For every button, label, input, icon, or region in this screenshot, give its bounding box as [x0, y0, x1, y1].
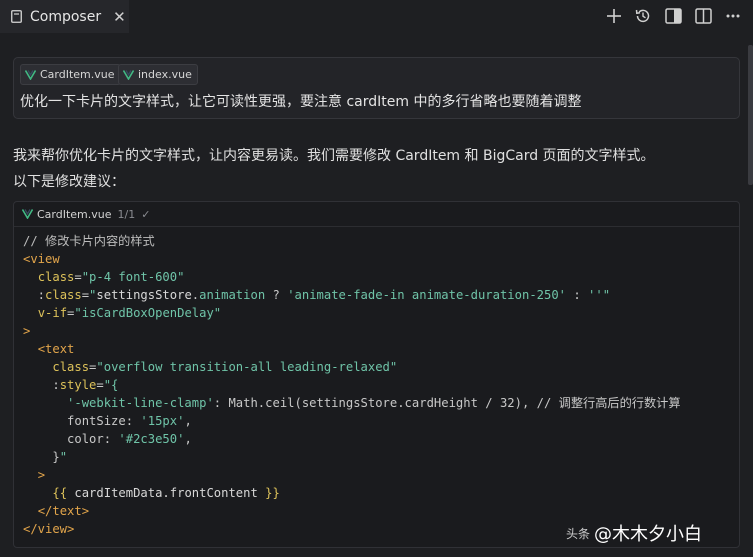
code-token: '-webkit-line-clamp': [67, 396, 214, 410]
change-count: 1/1: [117, 207, 136, 221]
code-token: ": [602, 288, 611, 302]
title-bar: Composer ✕: [0, 0, 753, 33]
code-token: '': [588, 288, 603, 302]
tab-label: Composer: [30, 8, 102, 25]
code-token: :: [23, 288, 46, 302]
composer-tab[interactable]: Composer ✕: [0, 0, 129, 33]
watermark-name: @木木夕小白: [594, 524, 703, 545]
code-line: '-webkit-line-clamp': Math.ceil(settings…: [23, 394, 681, 412]
code-block-header[interactable]: CardItem.vue 1/1 ✓: [14, 202, 739, 227]
code-line: // 修改卡片内容的样式: [23, 232, 681, 250]
code-token: class: [45, 288, 82, 302]
vue-file-icon: [22, 209, 33, 219]
history-icon[interactable]: [632, 5, 654, 27]
code-token: '#2c3e50': [118, 432, 185, 446]
code-token: >: [23, 324, 31, 338]
code-line: }": [23, 448, 681, 466]
code-token: <text: [37, 342, 75, 356]
code-token: fontSize:: [23, 414, 141, 428]
chip-label: index.vue: [138, 68, 192, 81]
vue-file-icon: [123, 69, 134, 80]
context-chip-index[interactable]: index.vue: [118, 64, 198, 85]
code-line: </text>: [23, 502, 681, 520]
watermark: 头条 @木木夕小白: [566, 519, 702, 547]
code-token: =: [96, 378, 104, 392]
code-token: ": [59, 450, 68, 464]
code-token: </view>: [23, 522, 75, 536]
assistant-reply-line: 以下是修改建议：: [13, 174, 125, 190]
code-token: v-if: [37, 306, 68, 320]
code-token: >: [37, 468, 46, 482]
code-token: color:: [23, 432, 119, 446]
code-token: style: [59, 378, 97, 392]
code-token: class: [52, 360, 90, 374]
watermark-prefix: 头条: [566, 526, 591, 541]
code-line: :style="{: [23, 376, 681, 394]
code-token: '15px': [140, 414, 185, 428]
split-view-icon[interactable]: [692, 5, 714, 27]
code-token: }: [23, 450, 60, 464]
code-line: fontSize: '15px',: [23, 412, 681, 430]
code-token: }}: [265, 486, 280, 500]
plus-icon[interactable]: [603, 5, 625, 27]
code-token: "isCardBoxOpenDelay": [74, 306, 222, 320]
code-token: // 修改卡片内容的样式: [23, 234, 155, 248]
code-token: =: [81, 288, 90, 302]
code-token: class: [37, 270, 75, 284]
chip-label: CardItem.vue: [40, 68, 115, 81]
code-token: :: [566, 288, 589, 302]
code-line: {{ cardItemData.frontContent }}: [23, 484, 681, 502]
code-line: <view: [23, 250, 681, 268]
assistant-reply-line: 我来帮你优化卡片的文字样式，让内容更易读。我们需要修改 CardItem 和 B…: [13, 148, 655, 164]
document-icon: [11, 10, 22, 23]
code-token: ,: [184, 414, 192, 428]
code-token: </text>: [37, 504, 90, 518]
code-token: 'animate-fade-in animate-duration-250': [287, 288, 567, 302]
vue-file-icon: [25, 69, 36, 80]
code-line: class="overflow transition-all leading-r…: [23, 358, 681, 376]
code-line: <text: [23, 340, 681, 358]
context-chip-carditem[interactable]: CardItem.vue: [20, 64, 121, 85]
code-token: =: [74, 270, 82, 284]
check-icon: ✓: [141, 207, 151, 221]
code-token: "p-4 font-600": [81, 270, 185, 284]
code-token: {{: [52, 486, 68, 500]
code-block: CardItem.vue 1/1 ✓ // 修改卡片内容的样式 <view cla…: [13, 201, 740, 548]
close-icon[interactable]: ✕: [113, 8, 126, 26]
code-token: : Math.ceil(settingsStore.cardHeight / 3…: [213, 396, 681, 410]
code-token: animation: [199, 288, 266, 302]
code-line: >: [23, 466, 681, 484]
code-token: "{: [103, 378, 119, 392]
code-line: v-if="isCardBoxOpenDelay": [23, 304, 681, 322]
code-content: // 修改卡片内容的样式 <view class="p-4 font-600" :…: [23, 232, 681, 538]
panel-layout-icon[interactable]: [662, 5, 684, 27]
code-token: "overflow transition-all leading-relaxed…: [96, 360, 398, 374]
code-filename: CardItem.vue: [37, 207, 112, 221]
code-line: :class="settingsStore.animation ? 'anima…: [23, 286, 681, 304]
code-token: ?: [265, 288, 288, 302]
prompt-text: 优化一下卡片的文字样式，让它可读性更强，要注意 cardItem 中的多行省略也…: [20, 94, 582, 110]
more-icon[interactable]: [722, 5, 744, 27]
scrollbar[interactable]: [748, 45, 753, 185]
code-line: class="p-4 font-600": [23, 268, 681, 286]
code-token: ,: [184, 432, 192, 446]
code-line: >: [23, 322, 681, 340]
user-prompt: CardItem.vue index.vue 优化一下卡片的文字样式，让它可读性…: [13, 57, 740, 119]
code-token: :: [23, 378, 60, 392]
code-line: color: '#2c3e50',: [23, 430, 681, 448]
code-token: settingsStore: [96, 288, 192, 302]
code-token: <view: [23, 252, 60, 266]
code-token: cardItemData.frontContent: [67, 486, 266, 500]
